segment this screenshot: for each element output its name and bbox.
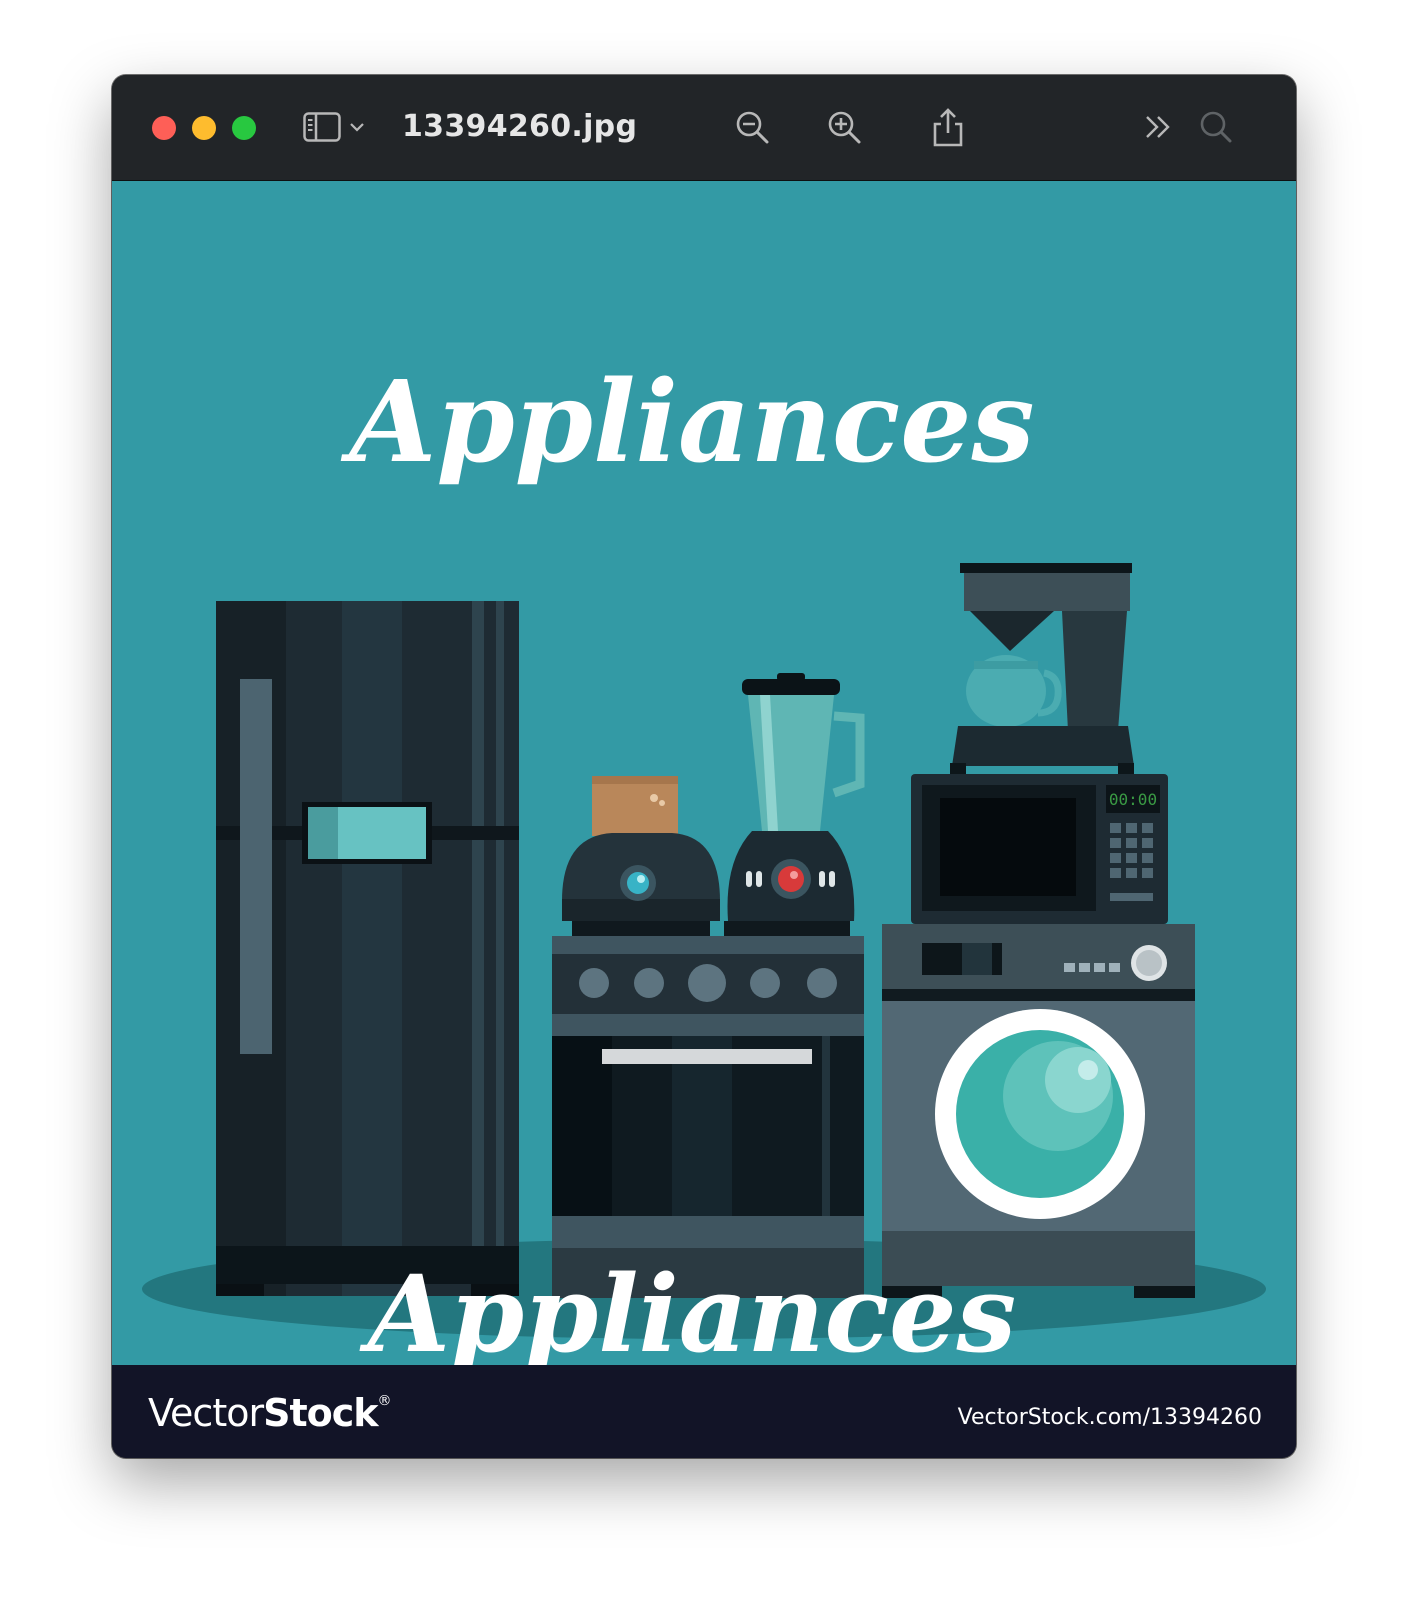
brand-registered-mark: ® [377,1393,392,1409]
watermark-footer: VectorStock® VectorStock.com/13394260 [112,1365,1296,1458]
microwave-display: 00:00 [1109,790,1157,809]
window-title: 13394260.jpg [402,109,638,144]
refrigerator [216,601,519,1296]
minimize-window-button[interactable] [192,116,216,140]
zoom-out-icon[interactable] [732,105,772,149]
image-subheading: Appliances [359,1251,1016,1365]
coffee-maker [950,563,1134,775]
microwave: 00:00 [911,774,1168,924]
sidebar-toggle-icon[interactable] [302,105,342,149]
washing-machine [882,924,1195,1298]
brand-stock: Stock [263,1391,378,1435]
image-canvas: Appliances 00:00 Appliances [112,181,1296,1365]
preview-window: 13394260.jpg Appliances 00:00 Appliances… [112,75,1296,1458]
zoom-in-icon[interactable] [824,105,864,149]
watermark-url: VectorStock.com/13394260 [957,1405,1262,1430]
brand-vector: Vector [148,1391,264,1435]
toaster [562,776,720,936]
chevron-down-icon[interactable] [348,105,366,149]
search-icon[interactable] [1198,105,1234,149]
blender [724,673,865,936]
more-chevrons-icon[interactable] [1142,105,1174,149]
stove [552,936,864,1298]
share-icon[interactable] [930,105,966,149]
vectorstock-logo: VectorStock® [148,1391,392,1435]
image-heading: Appliances [340,357,1034,488]
zoom-window-button[interactable] [232,116,256,140]
close-window-button[interactable] [152,116,176,140]
title-bar: 13394260.jpg [112,75,1296,181]
